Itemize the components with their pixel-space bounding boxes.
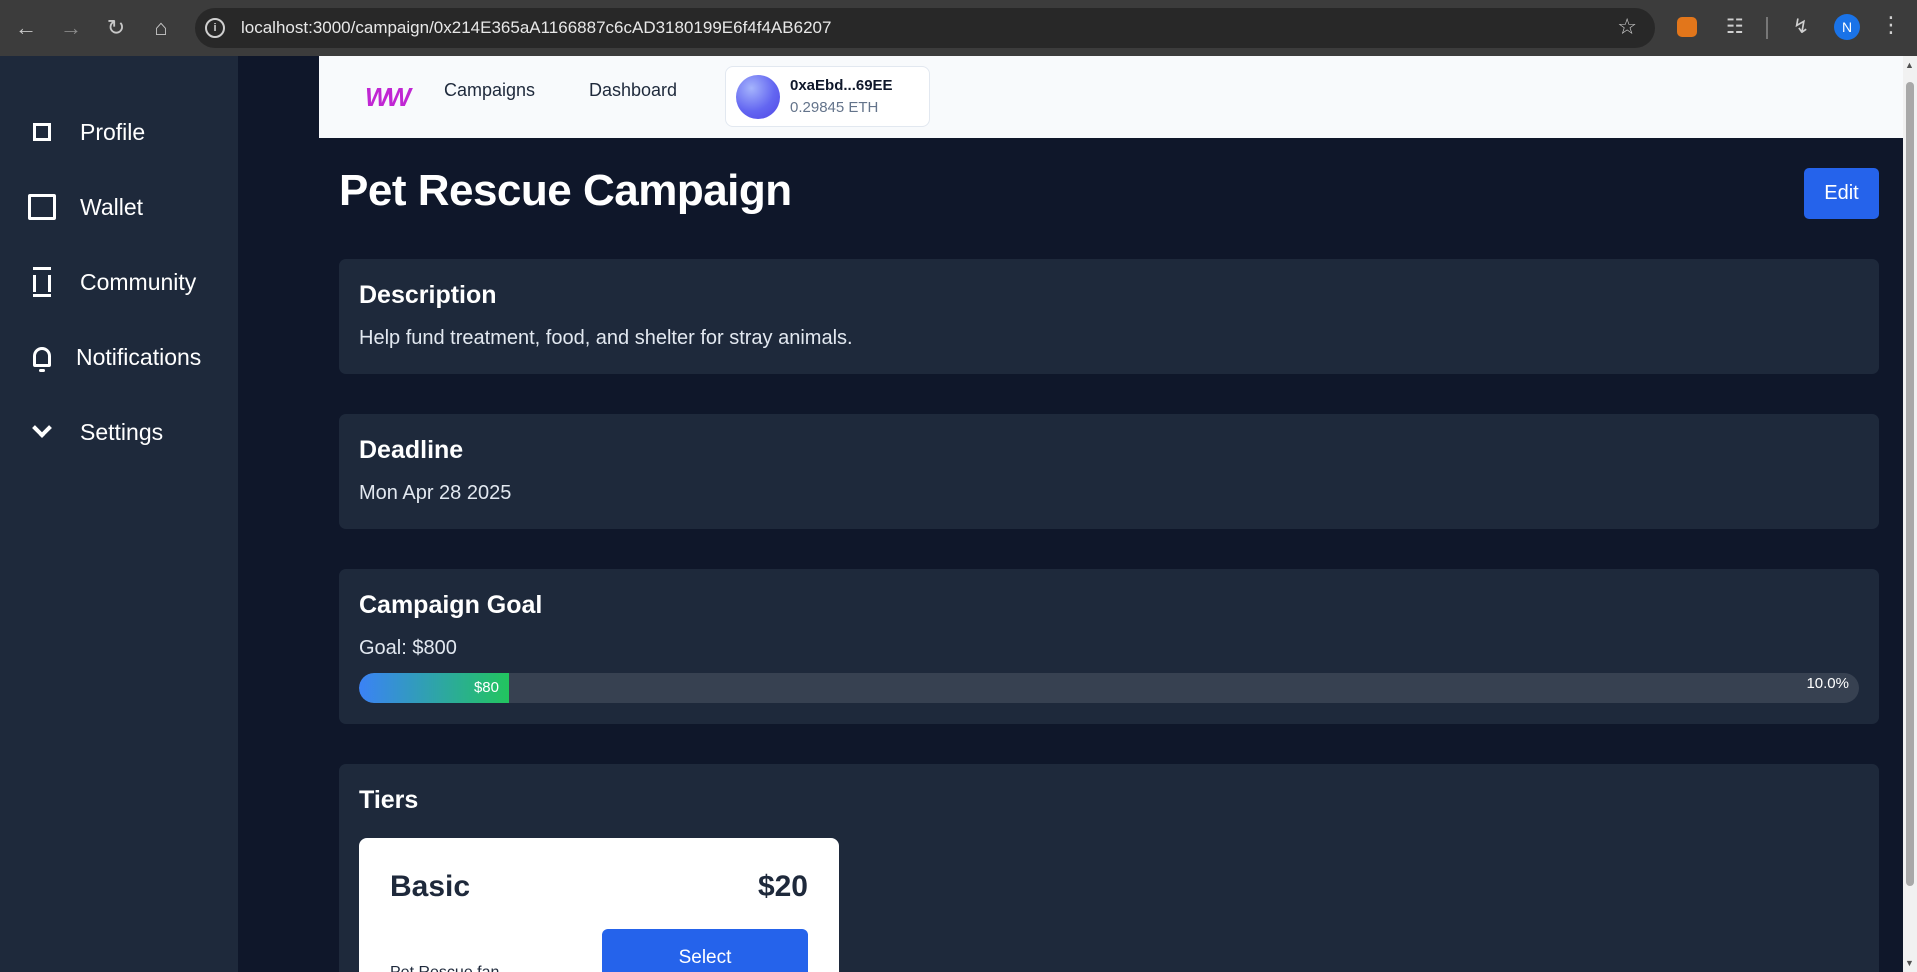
reload-icon[interactable]: ↻ xyxy=(100,12,132,44)
app-header: WW Campaigns Dashboard 0xaEbd...69EE 0.2… xyxy=(319,56,1903,138)
scroll-down-arrow-icon[interactable]: ▼ xyxy=(1905,958,1914,968)
metamask-extension-icon[interactable] xyxy=(1677,17,1697,37)
tier-card: Basic $20 Pet Rescue fan Select xyxy=(359,838,839,972)
sidebar-item-label: Settings xyxy=(80,418,164,445)
wallet-address: 0xaEbd...69EE xyxy=(790,77,893,94)
edit-button[interactable]: Edit xyxy=(1804,168,1879,219)
sidebar-item-label: Community xyxy=(80,268,197,295)
goal-progress-fill: $80 xyxy=(359,673,509,703)
campaign-goal-card: Campaign Goal Goal: $800 $80 10.0% xyxy=(339,569,1879,724)
chevron-down-icon xyxy=(28,418,56,446)
page-gutter xyxy=(238,56,320,972)
tiers-card: Tiers Basic $20 Pet Rescue fan Select xyxy=(339,764,1879,972)
forward-arrow-icon[interactable]: → xyxy=(55,12,87,44)
raised-amount-label: $80 xyxy=(473,679,499,696)
brand-logo[interactable]: WW xyxy=(365,82,411,113)
wallet-icon xyxy=(28,193,56,221)
toolbar-divider xyxy=(1766,17,1768,39)
scroll-up-arrow-icon[interactable]: ▲ xyxy=(1905,60,1914,70)
sidebar: Profile Wallet Community Notifications S… xyxy=(0,56,238,972)
wallet-balance: 0.29845 ETH xyxy=(790,99,879,116)
sidebar-item-wallet[interactable]: Wallet xyxy=(28,193,143,221)
goal-progress-bar: $80 xyxy=(359,673,1859,703)
description-text: Help fund treatment, food, and shelter f… xyxy=(359,327,853,349)
site-info-icon[interactable]: i xyxy=(205,18,225,38)
goal-heading: Campaign Goal xyxy=(359,591,543,619)
sidebar-item-community[interactable]: Community xyxy=(28,267,197,297)
address-bar[interactable]: i localhost:3000/campaign/0x214E365aA116… xyxy=(195,8,1655,48)
sidebar-item-profile[interactable]: Profile xyxy=(28,118,145,146)
nav-link-dashboard[interactable]: Dashboard xyxy=(589,80,677,101)
bookmark-star-icon[interactable]: ☆ xyxy=(1617,14,1637,40)
sidebar-item-settings[interactable]: Settings xyxy=(28,418,163,446)
sidebar-item-notifications[interactable]: Notifications xyxy=(28,343,202,372)
page-title: Pet Rescue Campaign xyxy=(339,166,792,215)
bell-icon xyxy=(28,343,56,372)
sidebar-item-label: Wallet xyxy=(80,193,144,220)
description-card: Description Help fund treatment, food, a… xyxy=(339,259,1879,374)
tier-name: Basic xyxy=(390,870,471,903)
select-tier-button[interactable]: Select xyxy=(602,929,808,972)
wallet-avatar xyxy=(736,75,780,119)
performance-icon[interactable]: ↯ xyxy=(1788,14,1814,40)
goal-text: Goal: $800 xyxy=(359,637,457,659)
tier-price: $20 xyxy=(757,870,808,903)
extensions-puzzle-icon[interactable]: ☷ xyxy=(1722,14,1748,40)
deadline-heading: Deadline xyxy=(359,436,464,464)
square-icon xyxy=(28,118,56,146)
tiers-heading: Tiers xyxy=(359,786,419,814)
scrollbar-thumb[interactable] xyxy=(1906,82,1914,886)
profile-avatar[interactable]: N xyxy=(1834,14,1860,40)
deadline-card: Deadline Mon Apr 28 2025 xyxy=(339,414,1879,529)
nav-link-campaigns[interactable]: Campaigns xyxy=(444,80,535,101)
wallet-connect-button[interactable]: 0xaEbd...69EE 0.29845 ETH xyxy=(725,66,930,127)
home-icon[interactable]: ⌂ xyxy=(145,12,177,44)
sidebar-item-label: Notifications xyxy=(76,343,202,370)
deadline-text: Mon Apr 28 2025 xyxy=(359,482,512,504)
url-text[interactable]: localhost:3000/campaign/0x214E365aA11668… xyxy=(241,18,831,38)
description-heading: Description xyxy=(359,281,497,309)
browser-toolbar: ← → ↻ ⌂ i localhost:3000/campaign/0x214E… xyxy=(0,0,1917,56)
back-arrow-icon[interactable]: ← xyxy=(10,12,42,44)
progress-percent-label: 10.0% xyxy=(1806,675,1849,692)
browser-menu-icon[interactable]: ⋮ xyxy=(1880,12,1902,38)
community-icon xyxy=(28,267,56,297)
tier-description: Pet Rescue fan xyxy=(390,964,540,972)
sidebar-item-label: Profile xyxy=(80,118,146,145)
